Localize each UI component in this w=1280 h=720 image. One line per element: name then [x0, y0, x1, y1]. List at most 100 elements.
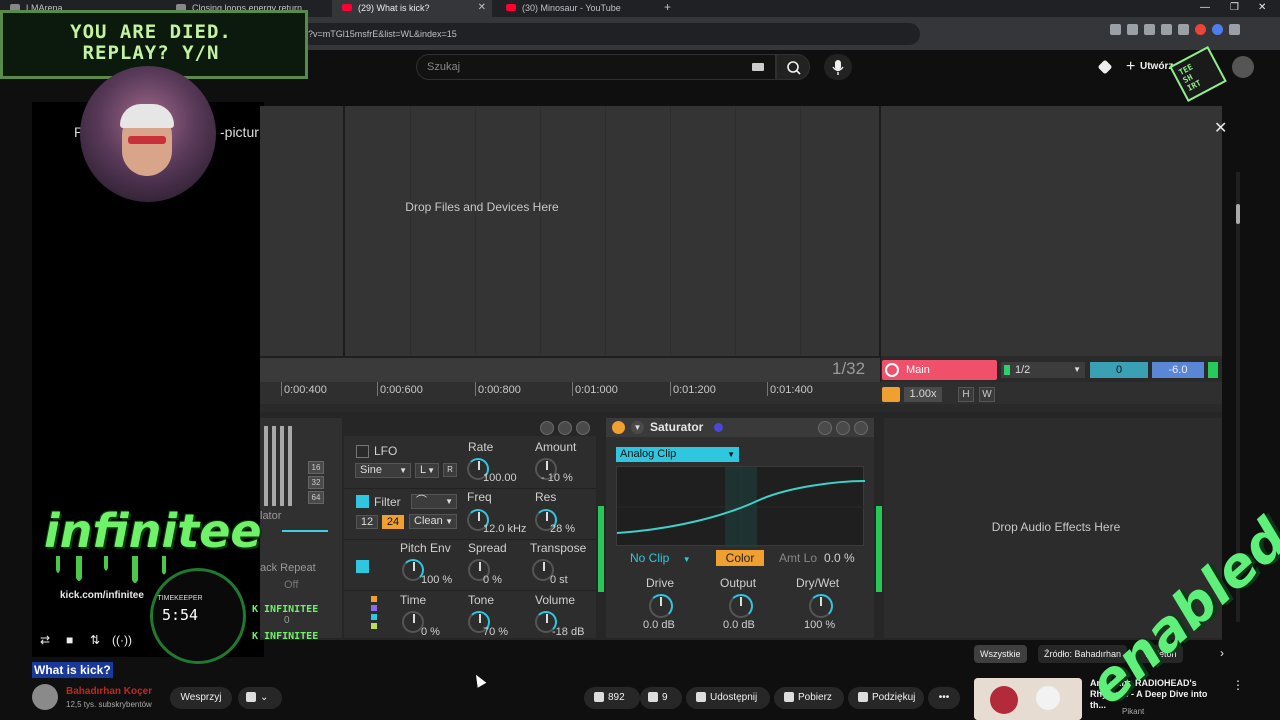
share-button[interactable]: Udostępnij [686, 687, 770, 709]
download-button[interactable]: Pobierz [774, 687, 844, 709]
record-icon[interactable] [1195, 24, 1206, 35]
color-dots [371, 596, 377, 636]
record-arm-icon[interactable] [885, 363, 899, 377]
notifications-icon[interactable] [1097, 59, 1113, 75]
tab-what-is-kick[interactable]: (29) What is kick? ✕ [332, 0, 492, 17]
octave-32-button[interactable]: 32 [308, 476, 324, 489]
close-window-button[interactable]: ✕ [1258, 0, 1266, 16]
kebab-menu-icon[interactable]: ⋮ [1232, 678, 1244, 692]
menu-icon[interactable] [1229, 24, 1240, 35]
lfo-checkbox[interactable] [356, 445, 369, 458]
dislike-button[interactable]: 9 [640, 687, 682, 709]
slope-24-button[interactable]: 24 [382, 515, 404, 529]
music-icon[interactable] [1127, 24, 1138, 35]
wallet-icon[interactable] [1161, 24, 1172, 35]
sidebar-icon[interactable] [1144, 24, 1155, 35]
new-tab-button[interactable]: + [664, 0, 671, 15]
h-button[interactable]: H [958, 387, 974, 402]
octave-16-button[interactable]: 16 [308, 461, 324, 474]
keyboard-icon[interactable] [752, 63, 764, 71]
scrollbar-thumb[interactable] [1236, 204, 1240, 224]
like-button[interactable]: 892 [584, 687, 640, 709]
thanks-button[interactable]: Podziękuj [848, 687, 924, 709]
back-repeat-value[interactable]: Off [284, 579, 298, 591]
webcam-overlay [80, 66, 216, 202]
subscribe-bell-button[interactable]: ⌄ [238, 687, 282, 709]
amt-lo-value[interactable]: 0.0 % [824, 551, 855, 565]
pitch-env-value: 100 % [421, 574, 453, 586]
color-dot [371, 605, 377, 611]
freq-label: Freq [467, 490, 492, 504]
clip-quantize-select[interactable]: 1/2 ▼ [1001, 362, 1085, 378]
transpose-label: Transpose [530, 541, 587, 555]
w-button[interactable]: W [979, 387, 995, 402]
account-avatar[interactable] [1232, 56, 1254, 78]
channel-name[interactable]: Bahadırhan Koçer [66, 686, 152, 697]
create-button[interactable]: + Utwórz [1124, 56, 1173, 78]
warp-icon[interactable] [882, 387, 900, 402]
pitch-env-checkbox[interactable] [356, 560, 369, 573]
lfo-mode-select[interactable]: L ▼ [415, 463, 439, 478]
more-icon[interactable] [576, 421, 590, 435]
save-preset-icon[interactable] [836, 421, 850, 435]
octave-64-button[interactable]: 64 [308, 491, 324, 504]
channel-avatar[interactable] [32, 684, 58, 710]
output-meter [1208, 362, 1218, 378]
arrangement-drop-area[interactable] [260, 106, 1222, 356]
drywet-knob[interactable] [809, 594, 833, 618]
vpn-icon[interactable] [1212, 24, 1223, 35]
close-icon[interactable]: ✕ [1214, 118, 1227, 138]
loop-icon[interactable]: ⇄ [40, 628, 50, 652]
filter-type-select[interactable]: Clean ▼ [409, 514, 457, 529]
chevron-right-icon[interactable]: › [1220, 646, 1224, 660]
saturation-mode-select[interactable]: Analog Clip ▼ [616, 447, 739, 462]
search-button[interactable] [776, 54, 810, 80]
saturation-curve-display [616, 466, 866, 547]
speed-value[interactable]: 1.00x [904, 387, 942, 402]
hot-swap-icon[interactable] [818, 421, 832, 435]
more-icon[interactable] [854, 421, 868, 435]
knob-pointer [413, 562, 415, 571]
device-on-toggle[interactable] [612, 421, 625, 434]
filter-checkbox[interactable] [356, 495, 369, 508]
main-track-button[interactable]: Main [882, 360, 997, 380]
extensions-icon[interactable] [1178, 24, 1189, 35]
tab-close-icon[interactable]: ✕ [478, 0, 486, 16]
search-input[interactable]: Szukaj [416, 54, 776, 80]
slope-12-button[interactable]: 12 [356, 515, 378, 529]
clip-mode-select[interactable]: No Clip ▼ [630, 551, 700, 565]
volume-value[interactable]: -6.0 [1152, 362, 1204, 378]
send-value[interactable]: 0 [1090, 362, 1148, 378]
address-bar[interactable]: ?v=mTGl15msfrE&list=WL&index=15 [300, 23, 920, 45]
thumbnail-art [974, 678, 1082, 720]
tab-minosaur[interactable]: (30) Minosaur - YouTube [496, 0, 656, 17]
filter-shape-select[interactable]: ⌒ ▼ [411, 494, 457, 509]
audio-icon[interactable]: ((·)) [112, 628, 132, 652]
drywet-value: 100 % [804, 619, 836, 631]
chevron-down-icon: ▼ [727, 450, 735, 459]
color-button[interactable]: Color [716, 550, 764, 566]
output-knob[interactable] [729, 594, 753, 618]
lfo-wave-select[interactable]: Sine ▼ [355, 463, 411, 478]
color-dot [371, 614, 377, 620]
hot-swap-icon[interactable] [540, 421, 554, 435]
recommended-thumbnail[interactable] [974, 678, 1082, 720]
drive-knob[interactable] [649, 594, 673, 618]
stop-icon[interactable]: ■ [66, 628, 73, 652]
volume-label: Volume [535, 593, 576, 607]
minimize-button[interactable]: — [1200, 0, 1210, 16]
download-icon[interactable] [1110, 24, 1121, 35]
more-actions-button[interactable]: ••• [928, 687, 960, 709]
maximize-button[interactable]: ❐ [1230, 0, 1239, 16]
quantize-label[interactable]: 1/32 [832, 359, 865, 379]
fold-icon[interactable]: ▼ [631, 421, 644, 434]
saturator-title: Saturator [650, 420, 704, 434]
voice-search-button[interactable] [824, 54, 852, 80]
support-button[interactable]: Wesprzyj [170, 687, 232, 709]
lfo-retrigger-button[interactable]: R [443, 463, 457, 477]
chip-all[interactable]: Wszystkie [974, 645, 1027, 663]
filter-type-value: Clean [414, 515, 443, 527]
level-bar [288, 426, 292, 506]
save-preset-icon[interactable] [558, 421, 572, 435]
sort-icon[interactable]: ⇅ [90, 628, 100, 652]
